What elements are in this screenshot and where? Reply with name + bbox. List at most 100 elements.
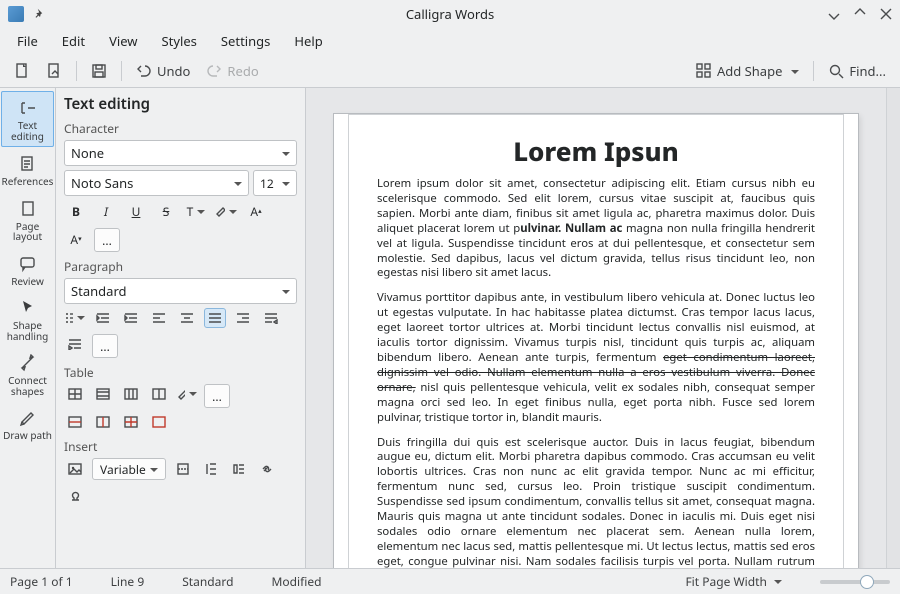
character-style-combo[interactable]: None xyxy=(64,140,297,166)
add-shape-label: Add Shape xyxy=(717,62,782,80)
insert-variable-button[interactable]: Variable xyxy=(92,458,166,480)
align-right-button[interactable] xyxy=(232,308,254,328)
minimize-icon[interactable] xyxy=(828,8,840,20)
titlebar: Calligra Words xyxy=(0,0,900,28)
bullet-list-button[interactable] xyxy=(64,308,86,328)
redo-label: Redo xyxy=(227,62,258,80)
paragraph-3: Duis fringilla dui quis est scelerisque … xyxy=(377,436,815,569)
section-character: Character xyxy=(64,120,297,137)
search-icon xyxy=(828,63,844,79)
menu-help[interactable]: Help xyxy=(283,28,333,54)
tab-shape-handling[interactable]: Shape handling xyxy=(0,292,55,347)
tab-review[interactable]: Review xyxy=(0,248,55,293)
status-line[interactable]: Line 9 xyxy=(111,573,145,590)
zoom-slider[interactable] xyxy=(820,580,890,584)
status-page[interactable]: Page 1 of 1 xyxy=(10,573,73,590)
tab-references[interactable]: References xyxy=(0,148,55,193)
page-frame: Lorem Ipsun Lorem ipsum dolor sit amet, … xyxy=(334,114,858,568)
delete-col-button[interactable] xyxy=(92,412,114,432)
paragraph-2: Vivamus porttitor dapibus ante, in vesti… xyxy=(377,291,815,425)
document-heading: Lorem Ipsun xyxy=(377,133,815,169)
insert-pagebreak-button[interactable] xyxy=(172,459,194,479)
insert-toc-button[interactable] xyxy=(228,459,250,479)
insert-section-button[interactable] xyxy=(200,459,222,479)
status-modified: Modified xyxy=(271,573,321,590)
save-button[interactable] xyxy=(85,58,113,84)
highlight-color-button[interactable] xyxy=(214,200,238,222)
text-color-button[interactable]: T xyxy=(184,200,208,222)
page-layout-icon xyxy=(19,200,37,218)
more-table-button[interactable]: ... xyxy=(204,384,230,408)
align-justify-button[interactable] xyxy=(204,308,226,328)
menu-file[interactable]: File xyxy=(6,28,49,54)
tab-page-layout[interactable]: Page layout xyxy=(0,193,55,248)
status-style[interactable]: Standard xyxy=(182,573,233,590)
maximize-icon[interactable] xyxy=(854,8,866,20)
undo-button[interactable]: Undo xyxy=(130,57,196,85)
menu-styles[interactable]: Styles xyxy=(151,28,208,54)
insert-row-button[interactable] xyxy=(92,384,114,404)
tab-draw-path[interactable]: Draw path xyxy=(0,402,55,447)
font-name-combo[interactable]: Noto Sans xyxy=(64,170,249,196)
insert-link-button[interactable] xyxy=(256,459,278,479)
canvas-viewport[interactable]: Lorem Ipsun Lorem ipsum dolor sit amet, … xyxy=(306,88,886,568)
tab-text-editing[interactable]: Text editing xyxy=(1,91,54,147)
open-button[interactable] xyxy=(40,58,68,84)
insert-col-button[interactable] xyxy=(120,384,142,404)
merge-cells-button[interactable] xyxy=(148,384,170,404)
rtl-button[interactable] xyxy=(64,334,86,354)
font-size-combo[interactable]: 12 xyxy=(253,170,297,196)
split-cells-button[interactable] xyxy=(120,412,142,432)
insert-image-button[interactable] xyxy=(64,459,86,479)
strikethrough-button[interactable]: S xyxy=(154,200,178,222)
zoom-slider-thumb[interactable] xyxy=(860,575,874,589)
status-zoom-mode[interactable]: Fit Page Width xyxy=(685,573,782,590)
close-icon[interactable] xyxy=(880,8,892,20)
new-button[interactable] xyxy=(8,58,36,84)
tool-tabs: Text editing References Page layout Revi… xyxy=(0,88,56,568)
undo-icon xyxy=(136,63,152,79)
superscript-button[interactable]: A▴ xyxy=(244,200,268,222)
bold-button[interactable]: B xyxy=(64,200,88,222)
menubar: File Edit View Styles Settings Help xyxy=(0,28,900,54)
find-button[interactable]: Find... xyxy=(822,57,892,85)
menu-settings[interactable]: Settings xyxy=(210,28,281,54)
insert-table-button[interactable] xyxy=(64,384,86,404)
delete-row-button[interactable] xyxy=(64,412,86,432)
italic-button[interactable]: I xyxy=(94,200,118,222)
insert-special-button[interactable] xyxy=(64,486,86,506)
align-left-button[interactable] xyxy=(148,308,170,328)
section-insert: Insert xyxy=(64,438,297,455)
subscript-button[interactable]: A▾ xyxy=(64,228,88,250)
more-paragraph-button[interactable]: ... xyxy=(92,334,118,358)
review-icon xyxy=(19,255,37,273)
underline-button[interactable]: U xyxy=(124,200,148,222)
redo-button[interactable]: Redo xyxy=(200,57,264,85)
text-cursor-icon xyxy=(19,99,37,117)
border-color-button[interactable] xyxy=(176,384,198,404)
pointer-icon xyxy=(19,299,37,317)
main-toolbar: Undo Redo Add Shape Find... xyxy=(0,54,900,88)
more-character-button[interactable]: ... xyxy=(94,228,120,252)
menu-view[interactable]: View xyxy=(98,28,148,54)
paragraph-style-combo[interactable]: Standard xyxy=(64,278,297,304)
draw-path-icon xyxy=(19,409,37,427)
document-canvas: Lorem Ipsun Lorem ipsum dolor sit amet, … xyxy=(306,88,900,568)
redo-icon xyxy=(206,63,222,79)
align-center-button[interactable] xyxy=(176,308,198,328)
menu-edit[interactable]: Edit xyxy=(51,28,96,54)
vertical-scrollbar[interactable] xyxy=(886,88,900,568)
page-1[interactable]: Lorem Ipsun Lorem ipsum dolor sit amet, … xyxy=(348,114,844,568)
delete-table-button[interactable] xyxy=(148,412,170,432)
paragraph-1: Lorem ipsum dolor sit amet, consectetur … xyxy=(377,177,815,281)
find-label: Find... xyxy=(849,62,886,80)
tab-connect-shapes[interactable]: Connect shapes xyxy=(0,347,55,402)
add-shape-button[interactable]: Add Shape xyxy=(690,57,805,85)
undo-label: Undo xyxy=(157,62,190,80)
increase-indent-button[interactable] xyxy=(120,308,142,328)
decrease-indent-button[interactable] xyxy=(92,308,114,328)
ltr-button[interactable] xyxy=(260,308,282,328)
pin-icon[interactable] xyxy=(34,8,46,20)
section-table: Table xyxy=(64,364,297,381)
text-editing-docker: Text editing Character None Noto Sans 12… xyxy=(56,88,306,568)
